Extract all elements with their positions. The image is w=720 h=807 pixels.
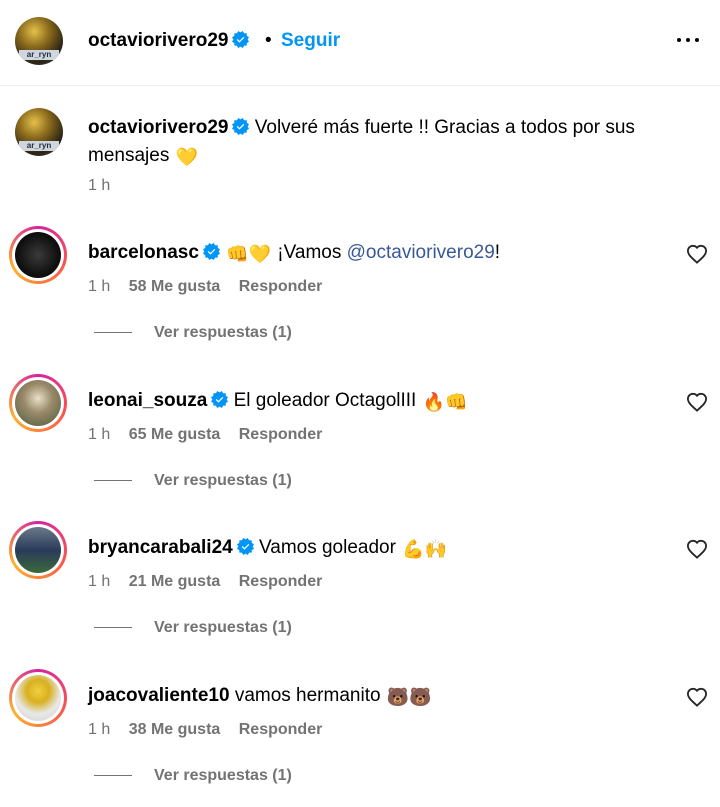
bear-emoji: 🐻🐻 bbox=[386, 687, 432, 707]
verified-badge-icon bbox=[211, 391, 229, 408]
caption-avatar[interactable]: ar_ryn bbox=[15, 108, 63, 156]
view-replies-button[interactable]: Ver respuestas (1) bbox=[94, 472, 292, 490]
replies-divider bbox=[94, 332, 132, 334]
comment-likes[interactable]: 38 Me gusta bbox=[129, 721, 221, 738]
comment-time: 1 h bbox=[88, 426, 111, 443]
heart-icon[interactable] bbox=[686, 539, 708, 559]
comment-body: Vamos goleador bbox=[258, 537, 396, 558]
reply-button[interactable]: Responder bbox=[239, 278, 323, 295]
view-replies-button[interactable]: Ver respuestas (1) bbox=[94, 324, 292, 342]
comment-item: barcelonasc 👊💛 ¡Vamos @octaviorivero29! … bbox=[0, 224, 720, 372]
comment-likes[interactable]: 58 Me gusta bbox=[129, 278, 221, 295]
more-options-icon[interactable] bbox=[672, 26, 704, 54]
bryan-avatar-image bbox=[15, 527, 61, 573]
caption-time: 1 h bbox=[88, 177, 111, 194]
comment-username[interactable]: leonai_souza bbox=[88, 390, 207, 411]
header-username-text[interactable]: octaviorivero29 bbox=[88, 30, 228, 51]
author-avatar[interactable]: ar_ryn bbox=[15, 17, 63, 65]
view-replies-label[interactable]: Ver respuestas (1) bbox=[154, 472, 292, 489]
comment-username[interactable]: barcelonasc bbox=[88, 242, 199, 263]
reply-button[interactable]: Responder bbox=[239, 573, 323, 590]
view-replies-label[interactable]: Ver respuestas (1) bbox=[154, 324, 292, 341]
comment-username[interactable]: joacovaliente10 bbox=[88, 685, 230, 706]
verified-badge-icon bbox=[236, 538, 254, 555]
comment-meta: 1 h 65 Me gusta Responder bbox=[88, 426, 336, 444]
comment-time: 1 h bbox=[88, 573, 111, 590]
comment-text: bryancarabali24 Vamos goleador 💪🙌 bbox=[88, 534, 448, 563]
comment-likes[interactable]: 65 Me gusta bbox=[129, 426, 221, 443]
view-replies-label[interactable]: Ver respuestas (1) bbox=[154, 767, 292, 784]
comment-body: vamos hermanito bbox=[234, 685, 381, 706]
caption-avatar-tag: ar_ryn bbox=[19, 141, 59, 151]
caption-username[interactable]: octaviorivero29 bbox=[88, 117, 228, 138]
comment-item: bryancarabali24 Vamos goleador 💪🙌 1 h 21… bbox=[0, 519, 720, 667]
replies-divider bbox=[94, 627, 132, 629]
verified-badge-icon bbox=[232, 31, 250, 48]
comment-text: joacovaliente10 vamos hermanito 🐻🐻 bbox=[88, 682, 433, 711]
comment-meta: 1 h 58 Me gusta Responder bbox=[88, 278, 336, 296]
mention-link[interactable]: @octaviorivero29 bbox=[347, 242, 495, 263]
post-caption: octaviorivero29 Volveré más fuerte !! Gr… bbox=[88, 114, 688, 171]
post-header: ar_ryn octaviorivero29 • Seguir bbox=[0, 0, 720, 86]
view-replies-button[interactable]: Ver respuestas (1) bbox=[94, 619, 292, 637]
fire-fist-emoji: 🔥👊 bbox=[422, 392, 468, 412]
comment-body: El goleador OctagolIII bbox=[233, 390, 417, 411]
comment-avatar[interactable] bbox=[9, 521, 67, 579]
comment-text: barcelonasc 👊💛 ¡Vamos @octaviorivero29! bbox=[88, 239, 500, 268]
follow-button[interactable]: Seguir bbox=[281, 30, 340, 52]
comment-username[interactable]: bryancarabali24 bbox=[88, 537, 233, 558]
heart-icon[interactable] bbox=[686, 687, 708, 707]
replies-divider bbox=[94, 775, 132, 777]
heart-icon[interactable] bbox=[686, 244, 708, 264]
comment-body: ¡Vamos bbox=[277, 242, 347, 263]
comment-meta: 1 h 21 Me gusta Responder bbox=[88, 573, 336, 591]
avatar-tag: ar_ryn bbox=[19, 50, 59, 60]
comment-body-end: ! bbox=[494, 242, 501, 263]
heart-icon[interactable] bbox=[686, 392, 708, 412]
replies-divider bbox=[94, 480, 132, 482]
comment-time: 1 h bbox=[88, 721, 111, 738]
reply-button[interactable]: Responder bbox=[239, 721, 323, 738]
comment-time: 1 h bbox=[88, 278, 111, 295]
comment-text: leonai_souza El goleador OctagolIII 🔥👊 bbox=[88, 387, 468, 416]
header-username[interactable]: octaviorivero29 bbox=[88, 30, 250, 52]
joaco-avatar-image bbox=[15, 675, 61, 721]
comment-meta: 1 h 38 Me gusta Responder bbox=[88, 721, 336, 739]
header-separator: • bbox=[265, 30, 272, 51]
comment-avatar[interactable] bbox=[9, 669, 67, 727]
view-replies-button[interactable]: Ver respuestas (1) bbox=[94, 767, 292, 785]
reply-button[interactable]: Responder bbox=[239, 426, 323, 443]
comment-item: leonai_souza El goleador OctagolIII 🔥👊 1… bbox=[0, 372, 720, 520]
comment-avatar[interactable] bbox=[9, 374, 67, 432]
leonai-avatar-image bbox=[15, 380, 61, 426]
verified-badge-icon bbox=[232, 118, 250, 135]
muscle-hands-emoji: 💪🙌 bbox=[402, 539, 448, 559]
yellow-heart-emoji: 💛 bbox=[175, 147, 199, 167]
view-replies-label[interactable]: Ver respuestas (1) bbox=[154, 619, 292, 636]
barcelonasc-avatar-image bbox=[15, 232, 61, 278]
comment-item: joacovaliente10 vamos hermanito 🐻🐻 1 h 3… bbox=[0, 667, 720, 807]
comment-avatar[interactable] bbox=[9, 226, 67, 284]
fist-heart-emoji: 👊💛 bbox=[226, 244, 272, 264]
comment-likes[interactable]: 21 Me gusta bbox=[129, 573, 221, 590]
verified-badge-icon bbox=[202, 243, 220, 260]
